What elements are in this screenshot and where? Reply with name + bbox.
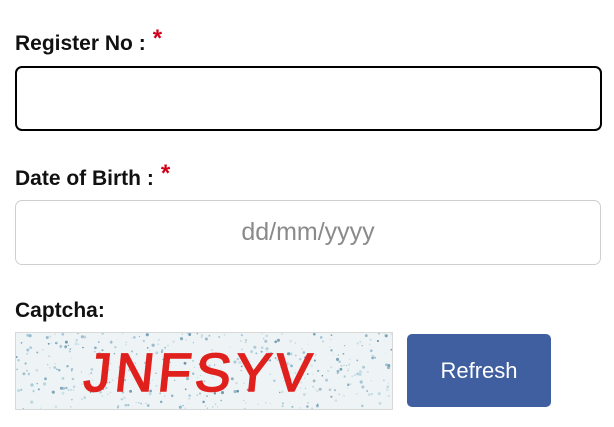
date-of-birth-input[interactable]: dd/mm/yyyy — [15, 200, 601, 265]
required-asterisk: * — [160, 160, 171, 187]
captcha-text: JNFSYV — [81, 343, 318, 403]
register-no-label-text: Register No : — [15, 32, 146, 55]
refresh-button-label: Refresh — [440, 357, 518, 383]
register-no-label: Register No : * — [15, 27, 162, 55]
date-of-birth-placeholder: dd/mm/yyyy — [241, 218, 375, 246]
captcha-label-text: Captcha: — [15, 299, 105, 322]
captcha-image: JNFSYV — [15, 332, 393, 410]
date-of-birth-label: Date of Birth : * — [15, 162, 170, 190]
register-no-input[interactable] — [15, 66, 602, 131]
required-asterisk: * — [152, 25, 163, 52]
refresh-captcha-button[interactable]: Refresh — [407, 334, 551, 407]
captcha-label: Captcha: — [15, 300, 105, 321]
captcha-svg: JNFSYV — [16, 333, 392, 409]
date-of-birth-label-text: Date of Birth : — [15, 167, 154, 190]
